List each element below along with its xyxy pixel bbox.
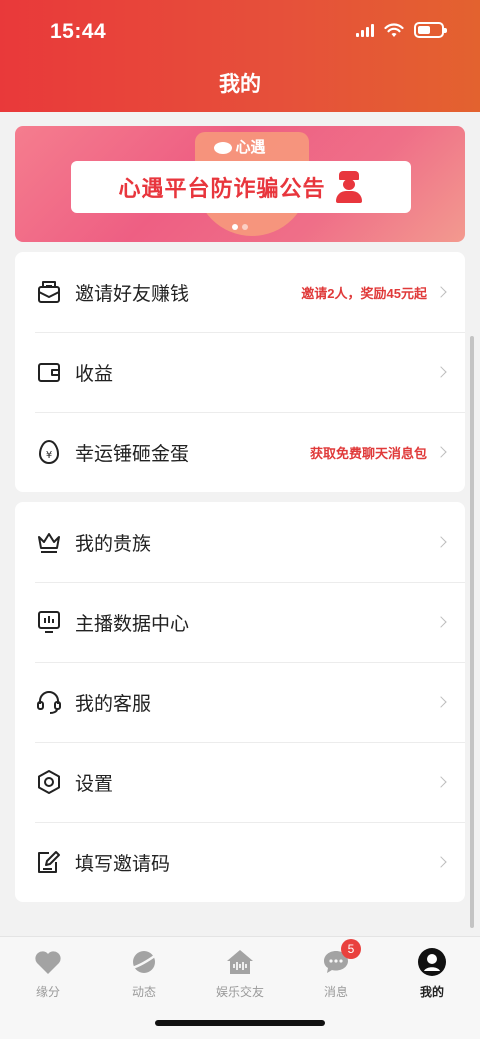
banner-headline-card: 心遇平台防诈骗公告: [71, 161, 411, 213]
tab-label: 动态: [131, 985, 156, 999]
golden-egg-icon: ¥: [35, 438, 63, 466]
menu-item-customer-service[interactable]: 我的客服: [15, 662, 465, 742]
menu-item-nobility[interactable]: 我的贵族: [15, 502, 465, 582]
battery-icon: [414, 22, 447, 38]
cellular-signal-icon: [356, 23, 374, 37]
banner-pagination: [15, 224, 465, 230]
chevron-right-icon: [435, 696, 447, 708]
banner-headline: 心遇平台防诈骗公告: [118, 176, 326, 201]
data-monitor-icon: [35, 608, 63, 636]
menu-item-invite-code[interactable]: 填写邀请码: [15, 822, 465, 902]
home-indicator[interactable]: [155, 1020, 325, 1026]
scrollbar[interactable]: [470, 336, 474, 928]
menu-item-settings[interactable]: 设置: [15, 742, 465, 822]
police-officer-icon: [334, 171, 364, 203]
user-avatar-icon: [417, 947, 447, 977]
heart-icon: [33, 947, 63, 977]
house-wave-icon: [225, 947, 255, 977]
menu-item-label: 填写邀请码: [75, 853, 171, 875]
menu-item-label: 我的客服: [75, 693, 152, 715]
tab-messages[interactable]: 5 消息: [288, 939, 384, 1000]
unread-badge: 5: [341, 939, 361, 959]
chevron-right-icon: [435, 286, 447, 298]
announcement-banner[interactable]: 心遇 心遇平台防诈骗公告: [15, 126, 465, 242]
svg-text:¥: ¥: [46, 450, 52, 461]
chevron-right-icon: [435, 366, 447, 378]
menu-item-label: 主播数据中心: [75, 613, 190, 635]
header-bar: 15:44 我的: [0, 0, 480, 112]
menu-item-label: 邀请好友赚钱: [75, 283, 190, 305]
planet-icon: [129, 947, 159, 977]
tab-entertainment[interactable]: 娱乐交友: [192, 947, 288, 1000]
chat-bubble-icon: 5: [321, 939, 361, 977]
menu-item-invite-friends[interactable]: 邀请好友赚钱 邀请2人，奖励45元起: [15, 252, 465, 332]
crown-icon: [35, 528, 63, 556]
menu-item-label: 幸运锤砸金蛋: [75, 443, 190, 465]
banner-logo-text: 心遇: [235, 139, 266, 156]
invite-reward-hint: 邀请2人，奖励45元起: [301, 285, 427, 301]
menu-item-anchor-data-center[interactable]: 主播数据中心: [15, 582, 465, 662]
wifi-icon: [384, 22, 404, 37]
invite-envelope-icon: [35, 278, 63, 306]
menu-item-golden-egg[interactable]: ¥ 幸运锤砸金蛋 获取免费聊天消息包: [15, 412, 465, 492]
menu-item-earnings[interactable]: 收益: [15, 332, 465, 412]
tab-fate[interactable]: 缘分: [0, 947, 96, 1000]
chevron-right-icon: [435, 776, 447, 788]
golden-egg-hint: 获取免费聊天消息包: [309, 445, 427, 461]
settings-hexagon-icon: [35, 768, 63, 796]
banner-logo: 心遇: [15, 136, 465, 157]
menu-item-label: 设置: [75, 773, 114, 795]
tab-me[interactable]: 我的: [384, 947, 480, 1000]
banner-dot: [242, 224, 248, 230]
tab-label: 缘分: [35, 985, 60, 999]
status-time: 15:44: [50, 20, 107, 43]
banner-dot: [232, 224, 238, 230]
tab-label: 我的: [419, 985, 444, 999]
chevron-right-icon: [435, 856, 447, 868]
tab-moments[interactable]: 动态: [96, 947, 192, 1000]
wallet-icon: [35, 358, 63, 386]
headset-icon: [35, 688, 63, 716]
page-title: 我的: [219, 73, 261, 96]
chevron-right-icon: [435, 536, 447, 548]
menu-item-label: 收益: [75, 363, 114, 385]
tab-label: 娱乐交友: [215, 985, 264, 999]
menu-item-label: 我的贵族: [75, 533, 152, 555]
chevron-right-icon: [435, 616, 447, 628]
chevron-right-icon: [435, 446, 447, 458]
logo-bubble-icon: [214, 142, 233, 155]
menu-group-earnings: 邀请好友赚钱 邀请2人，奖励45元起 收益 ¥ 幸运锤砸金蛋 获取免费聊天消息包: [15, 252, 465, 492]
status-icons: [356, 22, 447, 38]
edit-note-icon: [35, 848, 63, 876]
tab-label: 消息: [323, 985, 348, 999]
menu-group-account: 我的贵族 主播数据中心 我的客服 设置 填写邀请码: [15, 502, 465, 902]
